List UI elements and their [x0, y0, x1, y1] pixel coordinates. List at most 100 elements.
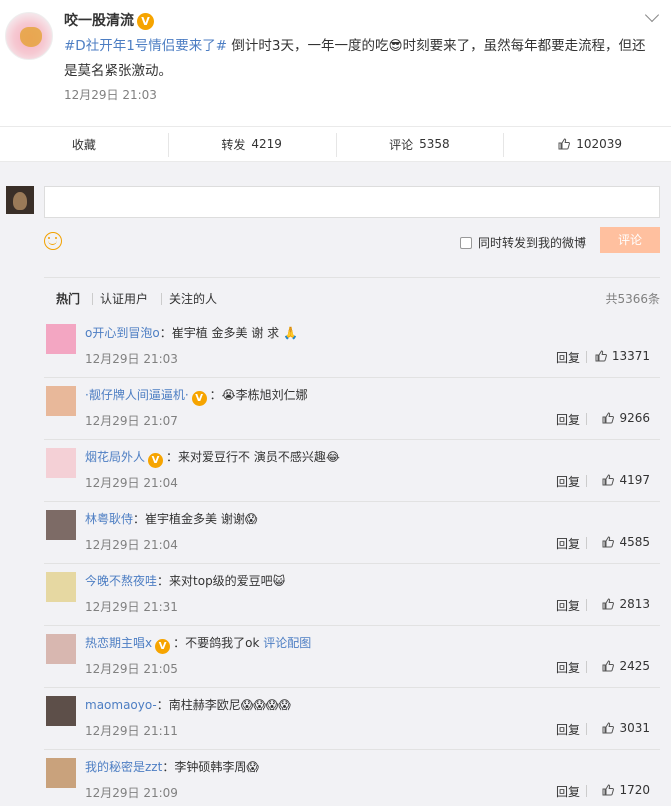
- commenter-avatar[interactable]: [46, 758, 76, 788]
- comment-label: 评论: [389, 137, 414, 152]
- hashtag-link[interactable]: #D社开年1号情侣要来了#: [64, 38, 227, 54]
- comment-like-count: 13371: [611, 349, 650, 363]
- comment-time: 12月29日 21:07: [85, 414, 178, 428]
- like-button[interactable]: 102039: [503, 127, 671, 161]
- tab-following[interactable]: 关注的人: [169, 290, 217, 307]
- commenter-name[interactable]: ·靓仔牌人间逼逼机·: [85, 388, 189, 402]
- commenter-avatar[interactable]: [46, 386, 76, 416]
- comment-time: 12月29日 21:05: [85, 662, 178, 676]
- commenter-name[interactable]: 今晚不熬夜哇: [85, 574, 157, 588]
- post-author[interactable]: 咬一股清流 V: [64, 10, 154, 30]
- comment-like-button[interactable]: 1720: [602, 783, 650, 797]
- submit-comment-button[interactable]: 评论: [600, 227, 660, 253]
- commenter-name[interactable]: 林粤耿侍: [85, 512, 133, 526]
- favorite-button[interactable]: 收藏: [0, 127, 168, 161]
- comment-like-button[interactable]: 13371: [595, 349, 650, 363]
- comment-like-count: 3031: [619, 721, 650, 735]
- comment-time: 12月29日 21:11: [85, 724, 178, 738]
- comment-item: o开心到冒泡o：崔宇植 金多美 谢 求 🙏 12月29日 21:03 回复 13…: [44, 316, 660, 378]
- comment-text: 林粤耿侍：崔宇植金多美 谢谢😱: [85, 510, 257, 528]
- tab-hot[interactable]: 热门: [56, 290, 80, 307]
- action-divider: [586, 475, 587, 487]
- comment-like-count: 9266: [619, 411, 650, 425]
- commenter-name[interactable]: o开心到冒泡o: [85, 326, 160, 340]
- commenter-avatar[interactable]: [46, 634, 76, 664]
- comment-like-button[interactable]: 2425: [602, 659, 650, 673]
- comment-like-button[interactable]: 2813: [602, 597, 650, 611]
- thumbs-up-icon: [602, 474, 615, 486]
- repost-count: 4219: [251, 137, 282, 151]
- reply-button[interactable]: 回复: [556, 783, 580, 800]
- verified-badge-icon: V: [191, 391, 207, 406]
- comment-image-link[interactable]: 评论配图: [263, 636, 311, 650]
- action-divider: [586, 599, 587, 611]
- commenter-avatar[interactable]: [46, 324, 76, 354]
- verified-badge-icon: V: [137, 12, 154, 30]
- thumbs-up-icon: [595, 350, 607, 362]
- comment-like-count: 4197: [619, 473, 650, 487]
- reply-button[interactable]: 回复: [556, 411, 580, 428]
- comment-body: ：😭李栋旭刘仁娜: [209, 388, 308, 402]
- tab-divider: [161, 293, 162, 305]
- comment-like-button[interactable]: 4197: [602, 473, 650, 487]
- tab-divider: [92, 293, 93, 305]
- repost-checkbox[interactable]: [460, 236, 472, 249]
- my-avatar: [6, 186, 34, 214]
- commenter-avatar[interactable]: [46, 696, 76, 726]
- commenter-avatar[interactable]: [46, 572, 76, 602]
- comment-count: 5358: [419, 137, 450, 151]
- author-avatar[interactable]: [5, 12, 53, 60]
- emoji-picker-icon[interactable]: [44, 232, 62, 250]
- action-divider: [586, 661, 587, 673]
- divider: [44, 277, 660, 278]
- author-name[interactable]: 咬一股清流: [64, 13, 134, 29]
- comment-item: 热恋期主唱x V ：不要鸽我了ok 评论配图 12月29日 21:05 回复 242…: [44, 626, 660, 688]
- thumbs-up-icon: [602, 536, 615, 548]
- comment-like-button[interactable]: 9266: [602, 411, 650, 425]
- thumbs-up-icon: [602, 598, 615, 610]
- comment-like-count: 4585: [619, 535, 650, 549]
- thumbs-up-icon: [602, 412, 615, 424]
- action-divider: [586, 723, 587, 735]
- reply-button[interactable]: 回复: [556, 659, 580, 676]
- action-divider: [586, 413, 587, 425]
- chevron-down-icon[interactable]: [644, 7, 660, 23]
- comment-like-button[interactable]: 4585: [602, 535, 650, 549]
- verified-badge-icon: V: [148, 453, 164, 468]
- commenter-name[interactable]: 热恋期主唱x: [85, 636, 152, 650]
- comment-like-button[interactable]: 3031: [602, 721, 650, 735]
- reply-button[interactable]: 回复: [556, 597, 580, 614]
- post-time[interactable]: 12月29日 21:03: [64, 86, 157, 103]
- reply-button[interactable]: 回复: [556, 535, 580, 552]
- comment-text: maomaoyo-：南柱赫李欧尼😱😱😱😱: [85, 696, 291, 714]
- comment-section: 同时转发到我的微博 评论 热门 认证用户 关注的人 共5366条 o开心到冒泡o…: [0, 162, 671, 806]
- commenter-name[interactable]: maomaoyo-: [85, 698, 157, 712]
- comment-body: ：崔宇植金多美 谢谢😱: [133, 512, 258, 526]
- comment-total: 共5366条: [605, 292, 660, 306]
- repost-option[interactable]: 同时转发到我的微博: [460, 234, 586, 251]
- thumbs-up-icon: [602, 660, 615, 672]
- commenter-name[interactable]: 烟花局外人: [85, 450, 145, 464]
- reply-button[interactable]: 回复: [556, 473, 580, 490]
- comment-list: o开心到冒泡o：崔宇植 金多美 谢 求 🙏 12月29日 21:03 回复 13…: [44, 316, 660, 812]
- commenter-name[interactable]: 我的秘密是zzt: [85, 760, 162, 774]
- reply-button[interactable]: 回复: [556, 721, 580, 738]
- post-text: #D社开年1号情侣要来了# 倒计时3天，一年一度的吃😎时刻要来了，虽然每年都要走…: [64, 34, 654, 84]
- tab-verified[interactable]: 认证用户: [100, 290, 148, 307]
- comment-text: 我的秘密是zzt：李钟硕韩李周😱: [85, 758, 259, 776]
- favorite-label: 收藏: [71, 137, 96, 152]
- commenter-avatar[interactable]: [46, 510, 76, 540]
- comment-item: ·靓仔牌人间逼逼机· V ：😭李栋旭刘仁娜 12月29日 21:07 回复 9266: [44, 378, 660, 440]
- thumbs-up-icon: [602, 722, 615, 734]
- comment-time: 12月29日 21:03: [85, 352, 178, 366]
- comment-text: 今晚不熬夜哇：来对top级的爱豆吧😺: [85, 572, 285, 590]
- repost-button[interactable]: 转发 4219: [167, 127, 336, 161]
- comment-item: 今晚不熬夜哇：来对top级的爱豆吧😺 12月29日 21:31 回复 2813: [44, 564, 660, 626]
- comment-input[interactable]: [44, 186, 660, 218]
- comment-button[interactable]: 评论 5358: [335, 127, 504, 161]
- reply-button[interactable]: 回复: [556, 349, 580, 366]
- comment-time: 12月29日 21:04: [85, 476, 178, 490]
- commenter-avatar[interactable]: [46, 448, 76, 478]
- repost-label: 转发: [221, 137, 246, 152]
- comment-body: ：来对top级的爱豆吧😺: [157, 574, 286, 588]
